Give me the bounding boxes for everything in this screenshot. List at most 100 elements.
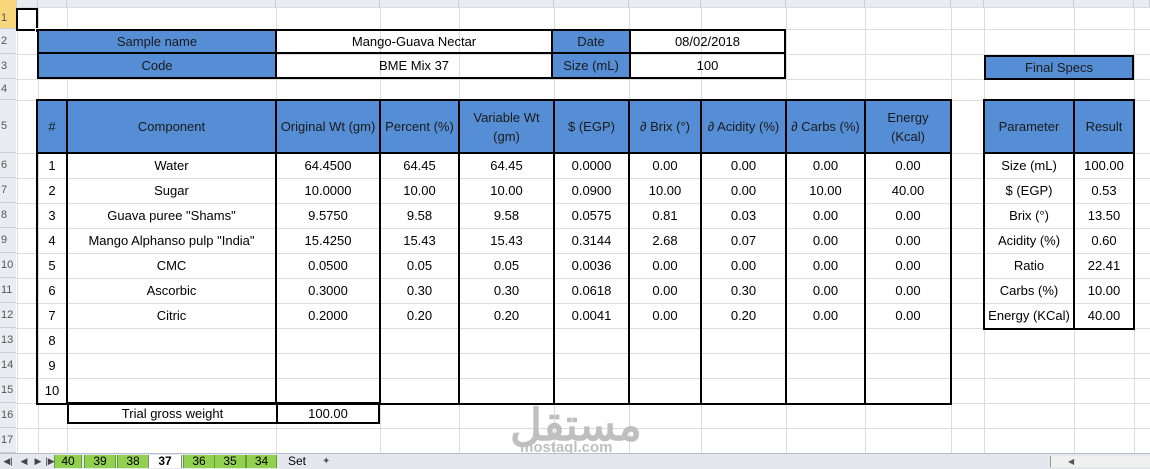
table-cell[interactable]: 0.0618 [554, 278, 629, 303]
table-cell[interactable] [554, 328, 629, 353]
table-cell[interactable]: 0.20 [380, 303, 459, 328]
table-cell[interactable]: 10.00 [380, 178, 459, 203]
table-cell[interactable]: 0.0575 [554, 203, 629, 228]
trial-gross-weight-value[interactable]: 100.00 [276, 402, 380, 424]
table-cell[interactable]: 9.58 [459, 203, 554, 228]
column-header[interactable] [701, 0, 786, 7]
table-cell[interactable]: 9.58 [380, 203, 459, 228]
table-cell[interactable]: 0.0000 [554, 153, 629, 178]
table-cell[interactable]: 0.00 [786, 253, 865, 278]
spec-result-cell[interactable]: 22.41 [1074, 253, 1134, 278]
row-number-cell[interactable]: 7 [37, 303, 67, 328]
date-value[interactable]: 08/02/2018 [629, 29, 786, 54]
column-header[interactable] [1134, 0, 1150, 7]
component-name-cell[interactable] [67, 353, 276, 378]
table-cell[interactable]: 0.20 [459, 303, 554, 328]
table-cell[interactable]: 10.00 [629, 178, 701, 203]
table-cell[interactable] [865, 328, 951, 353]
row-header[interactable]: 13 [0, 328, 16, 353]
table-cell[interactable]: 0.81 [629, 203, 701, 228]
table-cell[interactable] [701, 378, 786, 403]
table-cell[interactable] [276, 353, 380, 378]
table-cell[interactable]: 0.0041 [554, 303, 629, 328]
table-cell[interactable]: 0.00 [786, 278, 865, 303]
column-header[interactable] [984, 0, 1074, 7]
size-value[interactable]: 100 [629, 54, 786, 79]
table-cell[interactable]: 64.45 [380, 153, 459, 178]
row-header[interactable]: 10 [0, 253, 16, 278]
component-name-cell[interactable]: Ascorbic [67, 278, 276, 303]
sheet-tab[interactable]: 35 [214, 455, 246, 468]
table-cell[interactable]: 10.00 [459, 178, 554, 203]
table-cell[interactable] [865, 378, 951, 403]
row-header[interactable]: 4 [0, 79, 16, 100]
row-number-cell[interactable]: 8 [37, 328, 67, 353]
table-cell[interactable]: 0.2000 [276, 303, 380, 328]
table-cell[interactable]: 0.30 [459, 278, 554, 303]
spec-parameter-cell[interactable]: Energy (KCal) [984, 303, 1074, 328]
first-sheet-button[interactable]: ◀| [2, 456, 14, 467]
table-cell[interactable] [459, 353, 554, 378]
table-cell[interactable] [380, 353, 459, 378]
row-header[interactable]: 7 [0, 178, 16, 203]
row-header[interactable]: 17 [0, 428, 16, 453]
table-cell[interactable]: 0.0500 [276, 253, 380, 278]
spec-parameter-cell[interactable]: Acidity (%) [984, 228, 1074, 253]
spec-parameter-cell[interactable]: Brix (°) [984, 203, 1074, 228]
next-sheet-button[interactable]: ▶ [32, 456, 44, 467]
row-header[interactable]: 5 [0, 100, 16, 153]
row-header[interactable]: 15 [0, 378, 16, 403]
row-number-cell[interactable]: 4 [37, 228, 67, 253]
table-cell[interactable]: 0.00 [865, 203, 951, 228]
table-cell[interactable] [629, 328, 701, 353]
table-cell[interactable]: 0.0036 [554, 253, 629, 278]
table-cell[interactable]: 0.07 [701, 228, 786, 253]
table-cell[interactable] [554, 353, 629, 378]
table-cell[interactable]: 0.00 [701, 153, 786, 178]
spec-parameter-cell[interactable]: $ (EGP) [984, 178, 1074, 203]
column-header[interactable] [17, 0, 38, 7]
row-number-cell[interactable]: 2 [37, 178, 67, 203]
spec-result-cell[interactable]: 100.00 [1074, 153, 1134, 178]
horizontal-scrollbar[interactable] [1050, 456, 1150, 467]
table-cell[interactable]: 0.00 [701, 178, 786, 203]
table-cell[interactable] [701, 328, 786, 353]
component-name-cell[interactable] [67, 328, 276, 353]
component-name-cell[interactable]: Citric [67, 303, 276, 328]
spec-parameter-cell[interactable]: Ratio [984, 253, 1074, 278]
table-cell[interactable]: 40.00 [865, 178, 951, 203]
column-header[interactable] [951, 0, 984, 7]
table-cell[interactable] [701, 353, 786, 378]
column-header[interactable] [1074, 0, 1134, 7]
table-cell[interactable]: 0.00 [865, 228, 951, 253]
table-cell[interactable]: 15.4250 [276, 228, 380, 253]
table-cell[interactable] [276, 378, 380, 403]
table-cell[interactable]: 0.30 [701, 278, 786, 303]
sheet-tab[interactable]: 38 [117, 455, 149, 468]
table-cell[interactable]: 0.0900 [554, 178, 629, 203]
spec-parameter-cell[interactable]: Carbs (%) [984, 278, 1074, 303]
row-number-cell[interactable]: 1 [37, 153, 67, 178]
column-header[interactable] [38, 0, 67, 7]
row-header[interactable]: 12 [0, 303, 16, 328]
column-header[interactable] [276, 0, 380, 7]
row-header[interactable]: 14 [0, 353, 16, 378]
row-header[interactable]: 3 [0, 54, 16, 79]
table-cell[interactable]: 0.00 [629, 278, 701, 303]
table-cell[interactable]: 0.00 [786, 303, 865, 328]
table-cell[interactable]: 0.30 [380, 278, 459, 303]
column-header[interactable] [554, 0, 629, 7]
table-cell[interactable]: 0.05 [459, 253, 554, 278]
row-number-cell[interactable]: 9 [37, 353, 67, 378]
row-header[interactable]: 2 [0, 29, 16, 54]
scroll-left-icon[interactable]: ◀ [1068, 456, 1078, 467]
spec-parameter-cell[interactable]: Size (mL) [984, 153, 1074, 178]
table-cell[interactable]: 64.4500 [276, 153, 380, 178]
spec-result-cell[interactable]: 0.60 [1074, 228, 1134, 253]
sheet-tab[interactable]: 36 [183, 455, 215, 468]
sheet-tab[interactable]: 39 [84, 455, 116, 468]
sample-name-value[interactable]: Mango-Guava Nectar [275, 29, 553, 54]
table-cell[interactable]: 0.00 [629, 153, 701, 178]
sheet-tab[interactable]: 34 [246, 455, 277, 468]
table-cell[interactable]: 0.05 [380, 253, 459, 278]
